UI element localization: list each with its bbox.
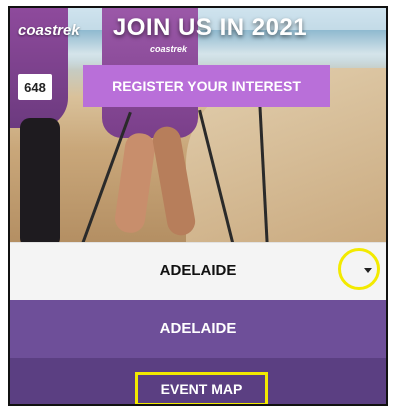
race-bib: 648 [18, 74, 52, 100]
dropdown-option-adelaide[interactable]: ADELAIDE [10, 300, 386, 358]
brand-logo-shirt: coastrek [150, 44, 188, 54]
hero-image: 648 coastrek coastrek JOIN US IN 2021 RE… [10, 8, 386, 242]
register-interest-button[interactable]: REGISTER YOUR INTEREST [83, 65, 330, 107]
brand-logo: coastrek [18, 22, 80, 39]
chevron-down-icon[interactable] [364, 268, 372, 273]
hero-title: JOIN US IN 2021 [112, 14, 308, 41]
page-frame: 648 coastrek coastrek JOIN US IN 2021 RE… [8, 6, 388, 406]
event-map-link[interactable]: EVENT MAP [135, 372, 268, 404]
dropdown-option-label: ADELAIDE [159, 320, 237, 337]
location-select-value: ADELAIDE [159, 262, 237, 279]
location-select[interactable]: ADELAIDE [10, 242, 386, 302]
runner-left-legs [20, 118, 60, 242]
dropdown-option-event-map[interactable]: EVENT MAP [10, 358, 386, 404]
runner-center-leg [113, 131, 157, 235]
